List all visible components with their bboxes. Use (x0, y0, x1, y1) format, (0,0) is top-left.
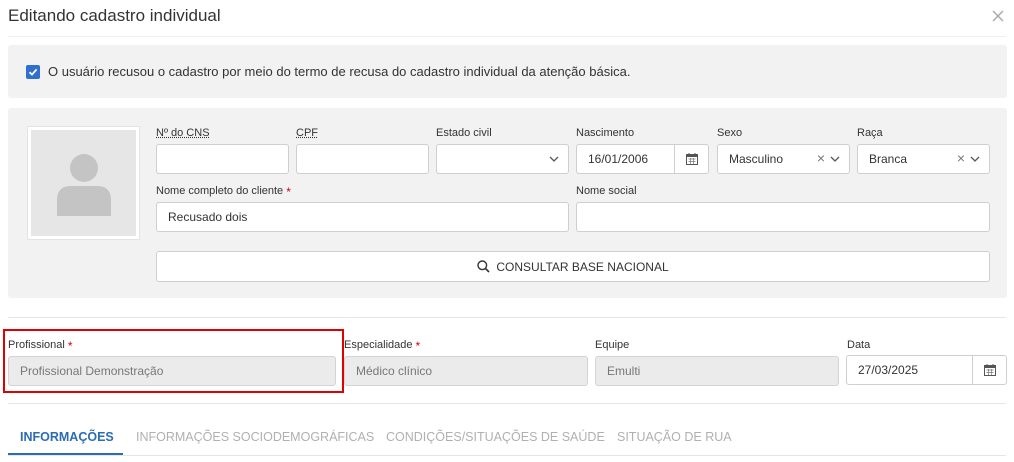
tab-condicoes-saude[interactable]: CONDIÇÕES/SITUAÇÕES DE SAÚDE (386, 430, 605, 444)
person-panel: Nº do CNS CPF Estado civil Nascimento Se… (8, 108, 1007, 298)
close-icon[interactable] (989, 7, 1007, 25)
tab-informacoes[interactable]: INFORMAÇÕES (20, 430, 114, 444)
sexo-label: Sexo (717, 127, 743, 139)
equipe-input: Emulti (595, 356, 839, 386)
header-divider (8, 36, 1006, 37)
nome-input[interactable]: Recusado dois (156, 202, 569, 232)
chevron-down-icon (970, 156, 980, 162)
nome-social-label: Nome social (576, 185, 637, 197)
tab-situacao-de-rua[interactable]: SITUAÇÃO DE RUA (617, 430, 732, 444)
data-label: Data (847, 339, 871, 351)
data-value: 27/03/2025 (858, 363, 919, 377)
chevron-down-icon (549, 156, 559, 162)
data-input[interactable]: 27/03/2025 (846, 355, 1007, 385)
equipe-label: Equipe (595, 339, 630, 351)
refusal-label: O usuário recusou o cadastro por meio do… (48, 64, 631, 79)
nascimento-value: 16/01/2006 (588, 152, 649, 166)
profissional-highlight (3, 329, 344, 393)
search-icon (477, 260, 490, 273)
especialidade-value: Médico clínico (356, 364, 433, 378)
especialidade-input: Médico clínico (344, 356, 588, 386)
raca-label: Raça (857, 127, 883, 139)
active-tab-indicator (8, 453, 123, 455)
dialog-title: Editando cadastro individual (8, 6, 221, 25)
clear-raca-icon[interactable]: × (957, 151, 965, 165)
chevron-down-icon (830, 156, 840, 162)
nome-label: Nome completo do cliente * (156, 185, 291, 199)
section-divider (8, 403, 1006, 404)
raca-select[interactable]: Branca × (857, 144, 990, 174)
sexo-select[interactable]: Masculino × (717, 144, 850, 174)
cpf-label: CPF (296, 127, 318, 139)
photo-frame[interactable] (27, 126, 140, 240)
cns-label: Nº do CNS (156, 127, 210, 139)
estado-civil-select[interactable] (436, 144, 569, 174)
nome-value: Recusado dois (168, 210, 248, 224)
refusal-panel: O usuário recusou o cadastro por meio do… (8, 45, 1007, 98)
refusal-checkbox[interactable] (26, 65, 40, 79)
nome-social-input[interactable] (576, 202, 990, 232)
tab-informacoes-sociodemograficas[interactable]: INFORMAÇÕES SOCIODEMOGRÁFICAS (136, 430, 374, 444)
section-divider (8, 317, 1006, 318)
consult-national-base-button[interactable]: CONSULTAR BASE NACIONAL (156, 251, 990, 282)
equipe-value: Emulti (607, 364, 641, 378)
calendar-icon[interactable] (674, 145, 708, 173)
estado-civil-label: Estado civil (436, 127, 492, 139)
consult-button-label: CONSULTAR BASE NACIONAL (496, 259, 669, 274)
tabs-baseline (8, 455, 1006, 456)
cns-input[interactable] (156, 144, 289, 174)
clear-sexo-icon[interactable]: × (817, 151, 825, 165)
cpf-input[interactable] (296, 144, 429, 174)
nascimento-label: Nascimento (576, 127, 635, 139)
sexo-value: Masculino (729, 152, 784, 166)
nascimento-input[interactable]: 16/01/2006 (576, 144, 709, 174)
user-placeholder-icon (31, 130, 136, 236)
especialidade-label: Especialidade * (344, 339, 421, 353)
raca-value: Branca (869, 152, 908, 166)
calendar-icon[interactable] (972, 356, 1006, 384)
